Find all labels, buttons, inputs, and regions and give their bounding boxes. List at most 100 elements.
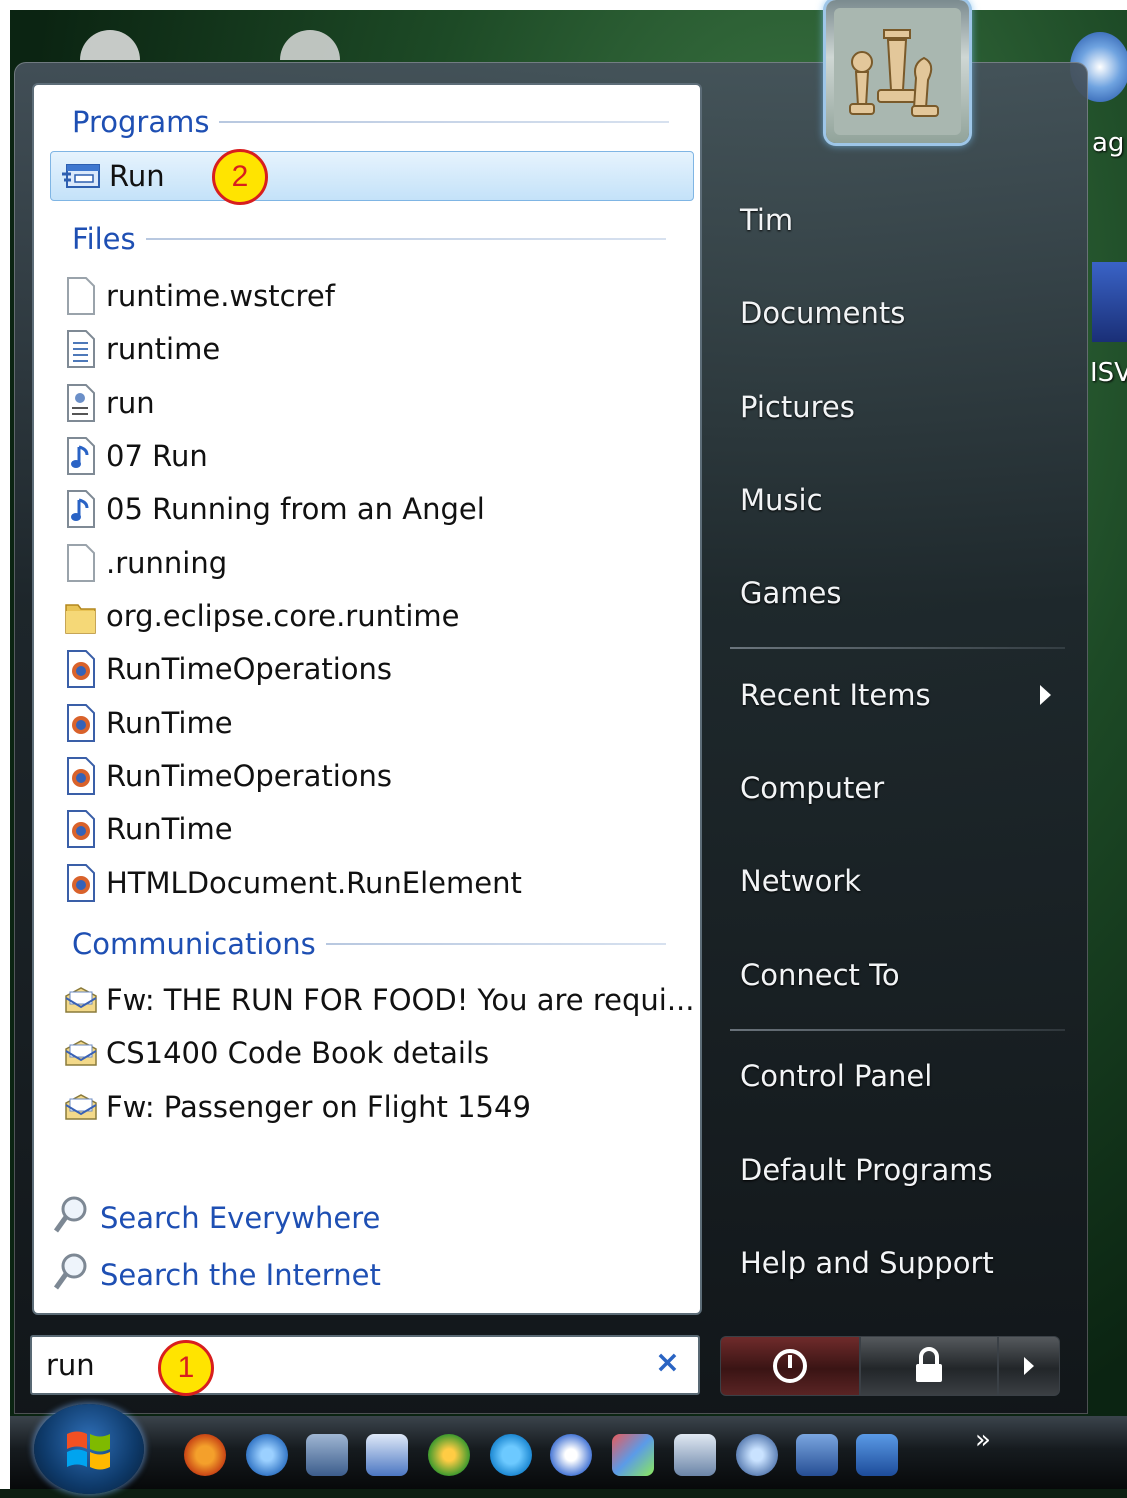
file-result-label: RunTime [106,812,233,846]
firefox-taskbar-icon[interactable] [184,1434,226,1476]
file-result[interactable]: runtime.wstcref [64,272,335,320]
right-pane-separator [730,1029,1065,1031]
text-file-icon [64,330,98,368]
file-result-label: RunTime [106,706,233,740]
communication-result-label: CS1400 Code Book details [106,1036,490,1070]
files-header-label: Files [72,222,136,256]
file-result[interactable]: RunTime [64,805,233,853]
skype-taskbar-icon[interactable] [490,1434,532,1476]
blank-file-icon [64,544,98,582]
show-desktop-taskbar-icon[interactable] [306,1434,348,1476]
right-link-connect-to[interactable]: Connect To [740,958,900,992]
communications-header-label: Communications [72,927,316,961]
file-result[interactable]: RunTime [64,699,233,747]
search-internet-link[interactable]: Search the Internet [52,1252,381,1298]
programs-section-header: Programs [72,105,670,139]
itunes-taskbar-icon[interactable] [550,1434,592,1476]
file-result-label: 05 Running from an Angel [106,492,485,526]
section-divider [325,943,666,945]
chess-pieces-icon [834,8,961,135]
network-taskbar-icon[interactable] [736,1434,778,1476]
file-result[interactable]: .running [64,539,227,587]
right-link-user[interactable]: Tim [740,203,793,237]
clear-search-icon[interactable]: × [655,1345,680,1380]
search-everywhere-link[interactable]: Search Everywhere [52,1195,380,1241]
email-icon [64,981,98,1019]
communications-section-header: Communications [72,927,666,961]
file-result[interactable]: RunTimeOperations [64,645,392,693]
magnifier-icon [52,1195,88,1242]
submenu-arrow-icon [1040,685,1051,705]
file-result-label: runtime.wstcref [106,279,335,313]
program-result-run[interactable]: Run [50,151,694,201]
communication-result[interactable]: Fw: THE RUN FOR FOOD! You are requi... [64,976,694,1024]
desktop-icon-label-top: ag [1092,128,1125,158]
search-internet-label: Search the Internet [100,1258,381,1292]
file-result-label: org.eclipse.core.runtime [106,599,460,633]
file-result[interactable]: RunTimeOperations [64,752,392,800]
file-result[interactable]: HTMLDocument.RunElement [64,859,522,907]
visual-studio-desktop-icon[interactable] [1092,262,1127,342]
search-results-pane: Programs Run 2 Files runtime.wstcref run… [32,83,702,1315]
right-link-network[interactable]: Network [740,864,861,898]
start-button[interactable] [34,1404,144,1494]
taskbar-overflow-icon[interactable]: » [975,1425,991,1455]
monitor-taskbar-icon[interactable] [856,1434,898,1476]
file-result-label: RunTimeOperations [106,652,393,686]
script-file-icon [64,384,98,422]
right-link-recent-items[interactable]: Recent Items [740,678,931,712]
firefox-document-icon [64,704,98,742]
file-result-label: 07 Run [106,439,208,473]
firefox-document-icon [64,757,98,795]
shutdown-options-button[interactable] [998,1336,1060,1396]
start-search-input[interactable]: run × [30,1335,700,1395]
music-file-icon [64,490,98,528]
power-icon [773,1349,807,1383]
step-badge-2: 2 [212,149,268,205]
programs-header-label: Programs [72,105,210,139]
file-result[interactable]: 07 Run [64,432,208,480]
firefox-document-icon [64,810,98,848]
file-result[interactable]: run [64,379,155,427]
file-result-label: run [106,386,155,420]
remote-desktop-taskbar-icon[interactable] [796,1434,838,1476]
right-link-games[interactable]: Games [740,576,841,610]
communication-result[interactable]: CS1400 Code Book details [64,1029,489,1077]
windows-logo-icon [67,1431,110,1470]
right-link-default-programs[interactable]: Default Programs [740,1153,993,1187]
files-section-header: Files [72,222,666,256]
right-link-pictures[interactable]: Pictures [740,390,855,424]
word-taskbar-icon[interactable] [366,1434,408,1476]
firefox-document-icon [64,650,98,688]
file-result-label: .running [106,546,228,580]
run-dialog-icon [61,162,101,190]
window-switcher-taskbar-icon[interactable] [674,1434,716,1476]
lock-button[interactable] [860,1336,998,1396]
magnifier-icon [52,1252,88,1299]
desktop-icon-label-mid: ISV [1090,358,1127,388]
right-link-help-support[interactable]: Help and Support [740,1246,994,1280]
screenshot-border-left [0,0,10,1489]
communication-result[interactable]: Fw: Passenger on Flight 1549 [64,1083,531,1131]
file-result[interactable]: runtime [64,325,220,373]
file-result-label: runtime [106,332,221,366]
arrow-right-icon [1024,1357,1034,1375]
right-link-music[interactable]: Music [740,483,823,517]
app-taskbar-icon[interactable] [612,1434,654,1476]
media-player-taskbar-icon[interactable] [246,1434,288,1476]
chess-game-taskbar-icon[interactable] [428,1434,470,1476]
power-button[interactable] [720,1336,860,1396]
program-result-label: Run [109,159,165,193]
section-divider [145,238,666,240]
search-query-text: run [46,1348,95,1382]
music-file-icon [64,437,98,475]
search-everywhere-label: Search Everywhere [100,1201,381,1235]
file-result[interactable]: 05 Running from an Angel [64,485,485,533]
right-link-control-panel[interactable]: Control Panel [740,1059,932,1093]
communication-result-label: Fw: Passenger on Flight 1549 [106,1090,531,1124]
file-result-label: RunTimeOperations [106,759,393,793]
file-result[interactable]: org.eclipse.core.runtime [64,592,460,640]
user-avatar[interactable] [826,0,969,143]
right-link-computer[interactable]: Computer [740,771,884,805]
right-link-documents[interactable]: Documents [740,296,905,330]
